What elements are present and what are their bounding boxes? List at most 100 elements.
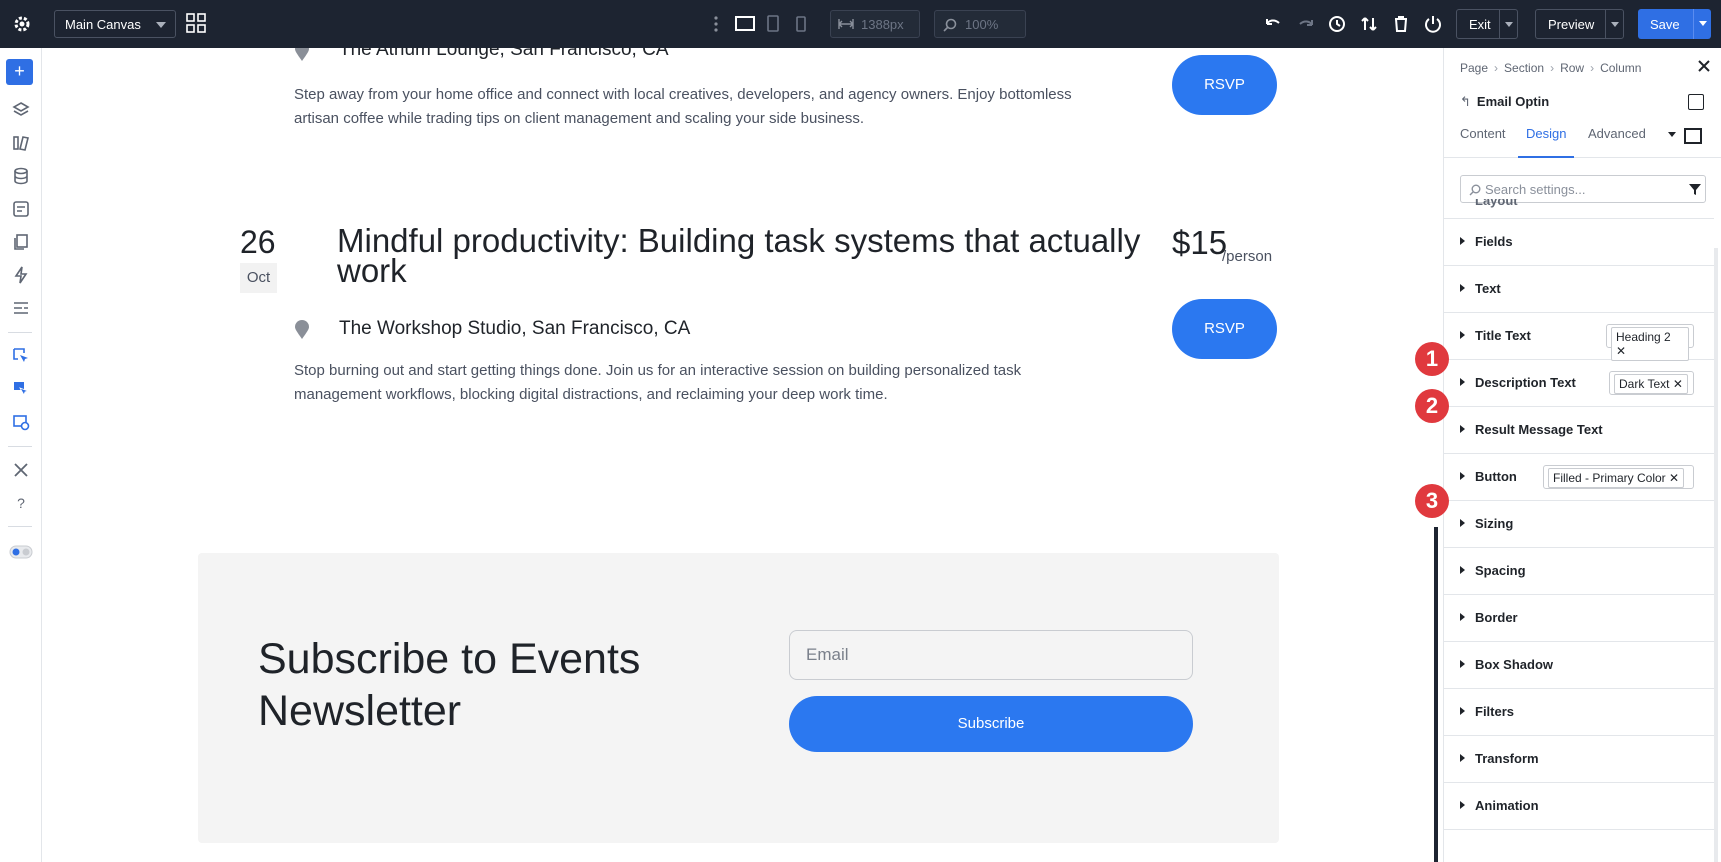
theme-builder-icon[interactable] [9, 410, 33, 434]
sort-icon[interactable] [1359, 14, 1379, 34]
settings-group-label: Sizing [1475, 516, 1514, 531]
lightning-icon[interactable] [9, 263, 33, 287]
layers-icon[interactable] [9, 98, 33, 122]
settings-group-result-message-text[interactable]: Result Message Text [1444, 407, 1714, 454]
settings-gear-icon[interactable] [8, 10, 36, 38]
back-arrow-icon[interactable]: ↰ [1460, 94, 1471, 109]
breadcrumb-column[interactable]: Column [1600, 61, 1641, 75]
settings-group-button[interactable]: Button Filled - Primary Color ✕ [1444, 454, 1714, 501]
select-element-icon[interactable] [9, 344, 33, 368]
settings-group-layout[interactable]: Layout [1444, 199, 1714, 219]
exit-dropdown-icon[interactable] [1499, 10, 1517, 38]
filter-icon[interactable] [1688, 182, 1702, 196]
rail-divider [8, 446, 32, 447]
rsvp-button[interactable]: RSVP [1172, 55, 1277, 115]
plus-icon[interactable]: + [6, 59, 33, 85]
toggle-icon[interactable] [9, 540, 33, 564]
settings-group-label: Animation [1475, 798, 1539, 813]
zoom-value: 100% [965, 17, 999, 32]
redo-icon[interactable] [1296, 14, 1316, 34]
settings-group-label: Text [1475, 281, 1501, 296]
left-rail: + ? [0, 48, 42, 862]
event-description: Step away from your home office and conn… [294, 86, 1072, 127]
settings-group-description-text[interactable]: Description Text Dark Text ✕ [1444, 360, 1714, 407]
history-icon[interactable] [1327, 14, 1347, 34]
location-pin-icon [294, 48, 310, 62]
phone-icon[interactable] [793, 14, 809, 34]
settings-group-transform[interactable]: Transform [1444, 736, 1714, 783]
settings-group-spacing[interactable]: Spacing [1444, 548, 1714, 595]
tab-design[interactable]: Design [1518, 126, 1575, 158]
grid-icon[interactable] [186, 13, 206, 33]
panel-scrollbar-track[interactable] [1714, 248, 1718, 862]
expand-icon [1460, 613, 1465, 621]
search-icon [1469, 184, 1481, 196]
breadcrumb-row[interactable]: Row [1560, 61, 1584, 75]
settings-group-label: Transform [1475, 751, 1539, 766]
preview-dropdown-icon[interactable] [1605, 10, 1623, 38]
breadcrumb-page[interactable]: Page [1460, 61, 1488, 75]
email-field[interactable]: Email [789, 630, 1193, 680]
close-icon[interactable]: ✕ [1669, 471, 1679, 485]
settings-group-filters[interactable]: Filters [1444, 689, 1714, 736]
settings-group-box-shadow[interactable]: Box Shadow [1444, 642, 1714, 689]
event-price-unit: /person [1222, 248, 1273, 265]
preview-button[interactable]: Preview [1535, 9, 1624, 39]
settings-group-label: Result Message Text [1475, 422, 1603, 437]
preset-name: Dark Text [1619, 377, 1670, 391]
tools-icon[interactable] [9, 458, 33, 482]
close-icon[interactable] [1694, 56, 1714, 76]
exit-button[interactable]: Exit [1456, 9, 1518, 39]
view-mode-icon[interactable] [1684, 128, 1702, 144]
settings-group-title-text[interactable]: Title Text Heading 2 ✕ [1444, 313, 1714, 361]
preset-chip[interactable]: Filled - Primary Color ✕ [1543, 465, 1694, 489]
presets-icon[interactable] [9, 296, 33, 320]
preset-chip[interactable]: Dark Text ✕ [1609, 371, 1694, 395]
module-options-icon[interactable] [1688, 94, 1704, 110]
power-icon[interactable] [1423, 14, 1443, 34]
expand-icon [1460, 472, 1465, 480]
tablet-icon[interactable] [765, 14, 781, 34]
canvas-select[interactable]: Main Canvas [54, 10, 176, 38]
breadcrumb-section[interactable]: Section [1504, 61, 1544, 75]
settings-group-border[interactable]: Border [1444, 595, 1714, 642]
close-icon[interactable]: ✕ [1616, 344, 1626, 358]
event-location: The Workshop Studio, San Francisco, CA [339, 318, 691, 339]
subscribe-button[interactable]: Subscribe [789, 696, 1193, 752]
close-icon[interactable]: ✕ [1673, 377, 1683, 391]
help-icon[interactable]: ? [9, 491, 33, 515]
zoom-field[interactable]: 100% [934, 10, 1026, 38]
settings-group-fields[interactable]: Fields [1444, 219, 1714, 266]
canvas-width-value: 1388px [861, 17, 904, 32]
chevron-down-icon [156, 22, 166, 28]
scrollbar-thumb[interactable] [1434, 527, 1438, 862]
rsvp-button[interactable]: RSVP [1172, 299, 1277, 359]
expand-icon [1460, 801, 1465, 809]
desktop-icon[interactable] [734, 14, 756, 34]
settings-group-label: Title Text [1475, 328, 1531, 343]
settings-panel: Page › Section › Row › Column ↰ Email Optin … [1443, 48, 1721, 862]
breadcrumb: Page › Section › Row › Column [1460, 61, 1641, 75]
chevron-down-icon[interactable] [1668, 132, 1676, 137]
more-options-icon[interactable] [713, 14, 719, 34]
database-icon[interactable] [9, 164, 33, 188]
settings-group-sizing[interactable]: Sizing [1444, 501, 1714, 548]
settings-group-text[interactable]: Text [1444, 266, 1714, 313]
form-icon[interactable] [9, 197, 33, 221]
pages-icon[interactable] [9, 230, 33, 254]
tab-content[interactable]: Content [1460, 126, 1506, 158]
preset-chip[interactable]: Heading 2 ✕ [1606, 324, 1694, 361]
trash-icon[interactable] [1391, 14, 1411, 34]
step-badge: 3 [1415, 484, 1449, 518]
multi-select-icon[interactable] [9, 377, 33, 401]
canvas-width-field[interactable]: 1388px [830, 10, 920, 38]
undo-icon[interactable] [1263, 14, 1283, 34]
tab-advanced[interactable]: Advanced [1588, 126, 1646, 158]
settings-group-label: Button [1475, 469, 1517, 484]
settings-group-animation[interactable]: Animation [1444, 783, 1714, 830]
save-dropdown-icon[interactable] [1693, 9, 1711, 39]
search-icon [943, 18, 957, 32]
save-button[interactable]: Save [1638, 9, 1711, 39]
canvas-select-value: Main Canvas [65, 17, 141, 32]
library-icon[interactable] [9, 131, 33, 155]
